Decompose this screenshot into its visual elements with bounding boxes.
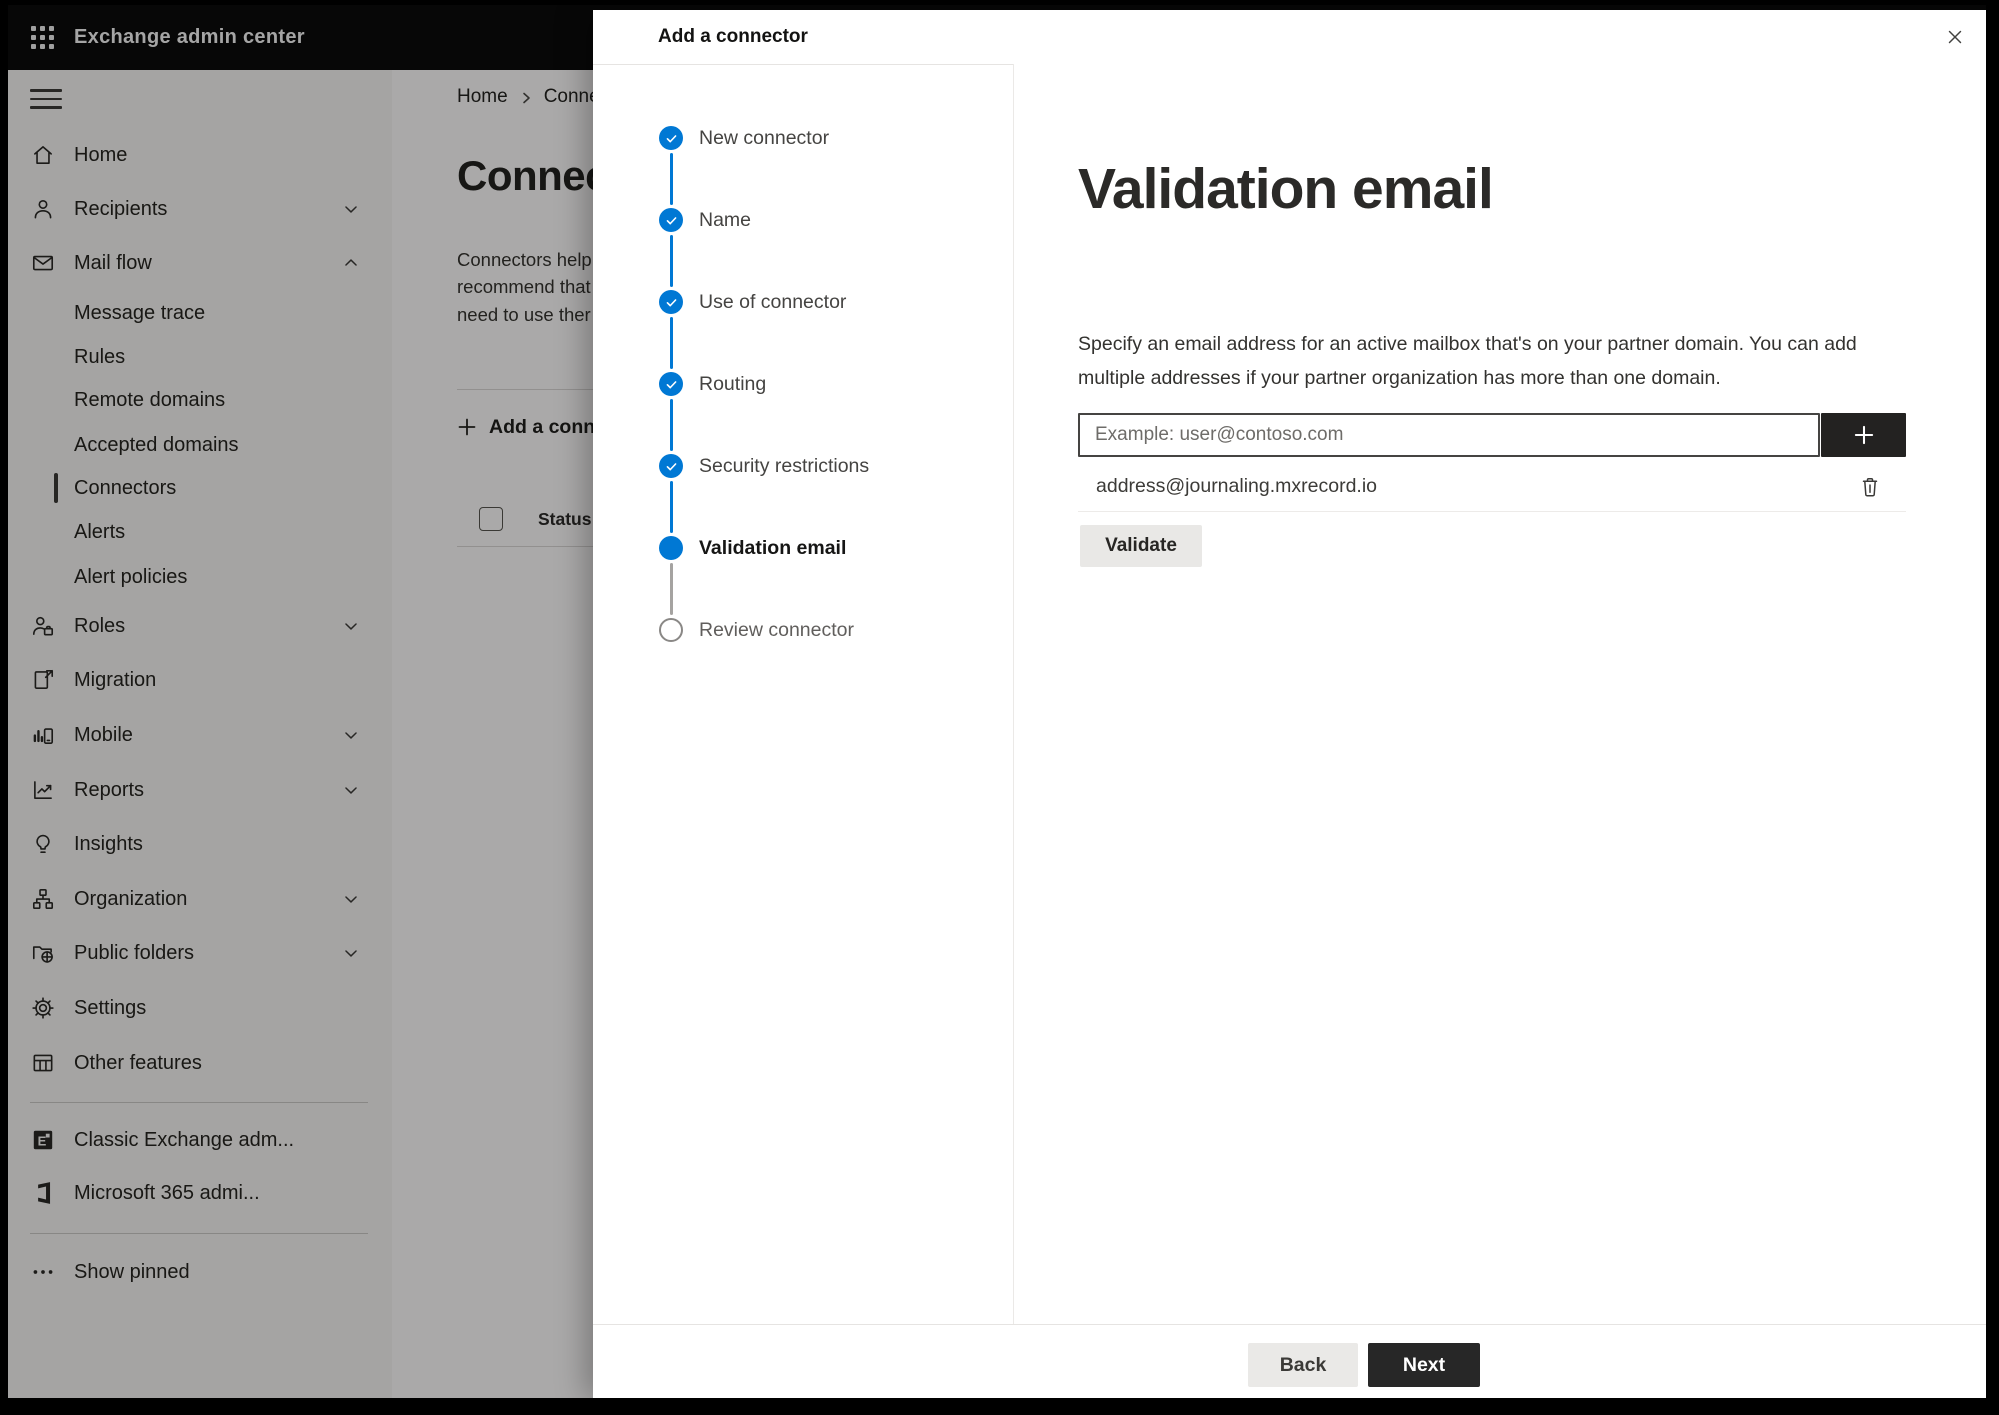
step-security-restrictions[interactable]: Security restrictions <box>659 453 869 479</box>
step-complete-icon <box>659 372 683 396</box>
step-connector-line <box>669 235 673 287</box>
step-active-icon <box>659 536 683 560</box>
step-use-of-connector[interactable]: Use of connector <box>659 289 846 315</box>
step-complete-icon <box>659 208 683 232</box>
step-heading: Validation email <box>1078 157 1494 221</box>
dialog-footer: Back Next <box>593 1324 1986 1398</box>
step-complete-icon <box>659 290 683 314</box>
add-connector-dialog: Add a connector New connector Name Use o… <box>593 10 1986 1398</box>
added-address-row: address@journaling.mxrecord.io <box>1078 462 1906 512</box>
delete-address-button[interactable] <box>1854 471 1886 503</box>
step-description: Specify an email address for an active m… <box>1078 333 1857 389</box>
back-button[interactable]: Back <box>1248 1343 1358 1387</box>
step-complete-icon <box>659 454 683 478</box>
step-connector-line <box>669 481 673 533</box>
step-new-connector[interactable]: New connector <box>659 125 829 151</box>
plus-icon <box>1854 425 1873 445</box>
app-window: Exchange admin center Home Recipients Ma… <box>8 5 1986 1398</box>
email-input-row <box>1078 413 1906 457</box>
close-button[interactable] <box>1940 22 1970 52</box>
next-button[interactable]: Next <box>1368 1343 1480 1387</box>
wizard-steps: New connector Name Use of connector Rout… <box>593 64 1014 1325</box>
added-address: address@journaling.mxrecord.io <box>1096 475 1378 497</box>
validation-email-input[interactable] <box>1078 413 1820 457</box>
dialog-title: Add a connector <box>658 26 808 47</box>
trash-icon <box>1862 477 1878 496</box>
validate-button[interactable]: Validate <box>1080 525 1202 567</box>
screenshot-frame: Exchange admin center Home Recipients Ma… <box>0 0 1999 1415</box>
dialog-body: New connector Name Use of connector Rout… <box>593 64 1986 1325</box>
dialog-content: Validation email Specify an email addres… <box>1014 64 1986 1325</box>
close-icon <box>1948 30 1962 44</box>
step-review-connector[interactable]: Review connector <box>659 617 854 643</box>
step-connector-line <box>669 317 673 369</box>
dialog-header: Add a connector <box>593 10 1986 65</box>
step-name[interactable]: Name <box>659 207 751 233</box>
step-connector-line <box>669 399 673 451</box>
step-todo-icon <box>659 618 683 642</box>
step-connector-line <box>669 563 673 615</box>
step-connector-line <box>669 153 673 205</box>
step-routing[interactable]: Routing <box>659 371 766 397</box>
add-email-button[interactable] <box>1821 413 1906 457</box>
step-validation-email[interactable]: Validation email <box>659 535 846 561</box>
step-complete-icon <box>659 126 683 150</box>
